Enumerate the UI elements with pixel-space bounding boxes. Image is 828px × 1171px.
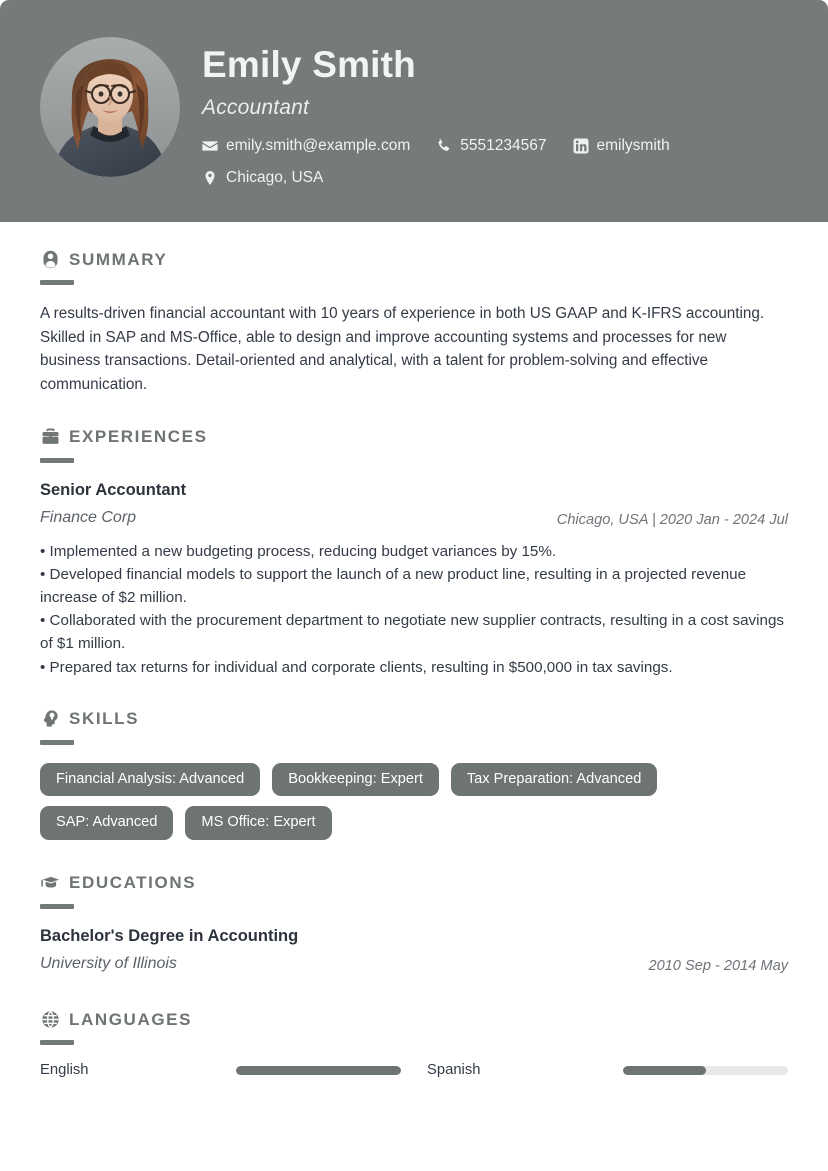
phone-icon: [436, 138, 452, 154]
educations-rule: [40, 903, 74, 909]
skill-tag[interactable]: MS Office: Expert: [185, 806, 332, 840]
education-degree: Bachelor's Degree in Accounting: [40, 926, 299, 945]
contact-location[interactable]: Chicago, USA: [202, 170, 323, 186]
summary-rule: [40, 280, 74, 285]
section-skills: SKILLS Financial Analysis: Advanced Book…: [40, 679, 788, 840]
summary-text: A results-driven financial accountant wi…: [40, 305, 765, 394]
experience-bullet: • Collaborated with the procurement depa…: [40, 612, 785, 653]
graduation-cap-icon: [40, 873, 60, 893]
experience-bullet: • Developed financial models to support …: [40, 566, 747, 607]
language-item: Spanish: [427, 1062, 788, 1078]
contact-phone-value: 5551234567: [460, 136, 547, 154]
experiences-heading: EXPERIENCES: [40, 427, 788, 447]
education-left: Bachelor's Degree in Accounting Universi…: [40, 925, 298, 976]
skill-tag[interactable]: Tax Preparation: Advanced: [450, 762, 658, 797]
section-experiences: EXPERIENCES Senior Accountant Finance Co…: [40, 397, 788, 679]
section-languages: LANGUAGES English Spanish: [40, 976, 788, 1078]
resume-body: SUMMARY A results-driven financial accou…: [0, 222, 828, 1078]
avatar-photo: [40, 37, 180, 177]
user-circle-icon: [40, 249, 60, 269]
person-name: Emily Smith: [202, 44, 416, 85]
experiences-title: EXPERIENCES: [69, 427, 208, 447]
location-pin-icon: [202, 170, 218, 186]
experience-bullet: • Implemented a new budgeting process, r…: [40, 543, 557, 561]
contact-email[interactable]: emily.smith@example.com: [202, 138, 410, 154]
languages-rule: [40, 1040, 74, 1046]
skills-heading: SKILLS: [40, 709, 788, 729]
education-meta: 2010 Sep - 2014 May: [648, 958, 788, 975]
languages-heading: LANGUAGES: [40, 1009, 788, 1029]
contact-linkedin-value: emilysmith: [596, 136, 670, 154]
envelope-icon: [202, 138, 218, 154]
experiences-rule: [40, 457, 74, 463]
head-lightbulb-icon: [40, 709, 60, 729]
skills-rule: [40, 739, 74, 745]
languages-list: English Spanish: [40, 1062, 788, 1078]
education-header-row: Bachelor's Degree in Accounting Universi…: [40, 925, 788, 976]
section-summary: SUMMARY A results-driven financial accou…: [40, 222, 788, 397]
contact-email-value: emily.smith@example.com: [226, 136, 411, 154]
language-level-bar: [623, 1065, 788, 1075]
language-level-bar: [236, 1065, 401, 1075]
language-item: English: [40, 1062, 401, 1078]
section-educations: EDUCATIONS Bachelor's Degree in Accounti…: [40, 840, 788, 976]
person-job-title: Accountant: [202, 95, 310, 119]
globe-icon: [40, 1009, 60, 1029]
summary-title: SUMMARY: [69, 249, 168, 269]
contact-phone[interactable]: 5551234567: [436, 136, 547, 154]
experience-bullet: • Prepared tax returns for individual an…: [40, 658, 673, 676]
header-text-block: Emily Smith Accountant emily.smith@examp…: [202, 35, 788, 186]
avatar: [40, 37, 180, 177]
language-name: English: [40, 1062, 89, 1079]
languages-title: LANGUAGES: [69, 1009, 193, 1029]
skill-tag[interactable]: Financial Analysis: Advanced: [40, 762, 261, 797]
contact-location-value: Chicago, USA: [226, 168, 324, 186]
experience-meta: Chicago, USA | 2020 Jan - 2024 Jul: [556, 512, 788, 529]
language-name: Spanish: [427, 1062, 481, 1079]
experience-role: Senior Accountant: [40, 480, 187, 499]
summary-heading: SUMMARY: [40, 249, 788, 269]
skills-title: SKILLS: [69, 709, 140, 729]
skills-list: Financial Analysis: Advanced Bookkeeping…: [40, 762, 788, 840]
experience-left: Senior Accountant Finance Corp: [40, 479, 186, 530]
linkedin-icon: [573, 138, 589, 154]
experience-header-row: Senior Accountant Finance Corp Chicago, …: [40, 479, 788, 530]
skill-tag[interactable]: SAP: Advanced: [40, 806, 174, 840]
educations-title: EDUCATIONS: [69, 873, 197, 893]
resume-page: Emily Smith Accountant emily.smith@examp…: [0, 0, 828, 1171]
experience-bullets: • Implemented a new budgeting process, r…: [40, 540, 788, 679]
education-school: University of Illinois: [40, 955, 177, 973]
skill-tag[interactable]: Bookkeeping: Expert: [272, 762, 439, 797]
experience-company: Finance Corp: [40, 509, 137, 527]
educations-heading: EDUCATIONS: [40, 873, 788, 893]
resume-header: Emily Smith Accountant emily.smith@examp…: [0, 0, 828, 222]
experience-item: Senior Accountant Finance Corp Chicago, …: [40, 479, 788, 679]
contact-row: emily.smith@example.com 5551234567 emily…: [202, 138, 788, 186]
briefcase-icon: [40, 427, 60, 447]
contact-linkedin[interactable]: emilysmith: [573, 138, 670, 154]
language-level-fill: [623, 1065, 706, 1075]
language-level-fill: [236, 1065, 401, 1075]
education-item: Bachelor's Degree in Accounting Universi…: [40, 925, 788, 976]
